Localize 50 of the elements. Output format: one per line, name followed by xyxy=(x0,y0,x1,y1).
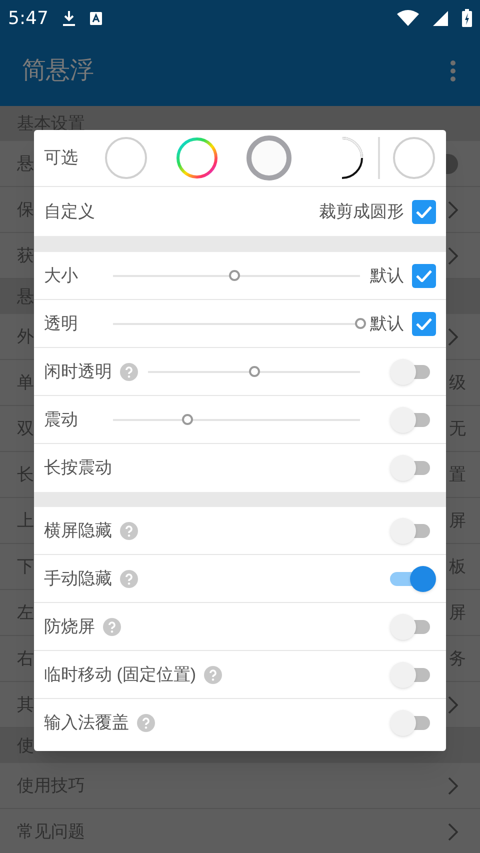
row-label: 长按震动 xyxy=(44,457,112,480)
row-label: 可选 xyxy=(44,147,79,170)
download-icon xyxy=(62,10,76,26)
checkbox[interactable] xyxy=(412,200,436,224)
slider-thumb[interactable] xyxy=(229,270,240,281)
slider-thumb[interactable] xyxy=(182,414,194,425)
row-label: 临时移动 (固定位置) xyxy=(44,664,196,686)
slider-thumb[interactable] xyxy=(355,318,366,329)
row-label: 透明 xyxy=(44,312,78,335)
thick-ring-icon[interactable] xyxy=(246,135,292,181)
checkmark-icon xyxy=(416,270,432,282)
row-label: 手动隐藏 xyxy=(44,568,112,590)
checkbox[interactable] xyxy=(412,312,436,336)
checkmark-icon xyxy=(416,318,432,330)
toggle-switch[interactable] xyxy=(390,406,430,434)
option-label: 默认 xyxy=(370,264,404,287)
help-icon[interactable] xyxy=(120,522,138,540)
row-label: 闲时透明 xyxy=(44,360,112,383)
help-icon[interactable] xyxy=(103,618,121,636)
keyboard-badge-icon xyxy=(90,12,102,24)
toggle-switch[interactable] xyxy=(390,516,430,544)
wifi-icon xyxy=(397,10,419,26)
more-menu-icon[interactable] xyxy=(450,60,456,82)
row-label: 自定义 xyxy=(44,200,95,223)
help-icon[interactable] xyxy=(120,570,138,588)
row-label: 防烧屏 xyxy=(44,616,95,638)
toggle-switch[interactable] xyxy=(390,358,430,386)
row-label: 输入法覆盖 xyxy=(44,712,129,734)
battery-charging-icon xyxy=(462,9,472,27)
plain-circle-icon[interactable] xyxy=(104,136,148,180)
option-label: 裁剪成圆形 xyxy=(319,200,404,223)
app-title: 简悬浮 xyxy=(22,56,94,86)
toggle-switch[interactable] xyxy=(390,564,436,592)
rainbow-ring-icon[interactable] xyxy=(176,137,218,179)
slider-thumb[interactable] xyxy=(249,366,260,377)
row-label: 大小 xyxy=(44,264,78,287)
toggle-switch[interactable] xyxy=(390,612,430,640)
row-label: 横屏隐藏 xyxy=(44,520,112,542)
signal-icon xyxy=(433,10,448,26)
checkbox[interactable] xyxy=(412,264,436,288)
row-label: 震动 xyxy=(44,408,78,431)
status-time: 5:47 xyxy=(8,6,48,30)
help-icon[interactable] xyxy=(137,714,155,732)
help-icon[interactable] xyxy=(120,362,138,380)
toggle-switch[interactable] xyxy=(390,709,430,737)
option-label: 默认 xyxy=(370,312,404,335)
toggle-switch[interactable] xyxy=(390,454,430,482)
toggle-switch[interactable] xyxy=(390,660,430,688)
checkmark-icon xyxy=(416,206,432,218)
help-icon[interactable] xyxy=(204,666,222,684)
